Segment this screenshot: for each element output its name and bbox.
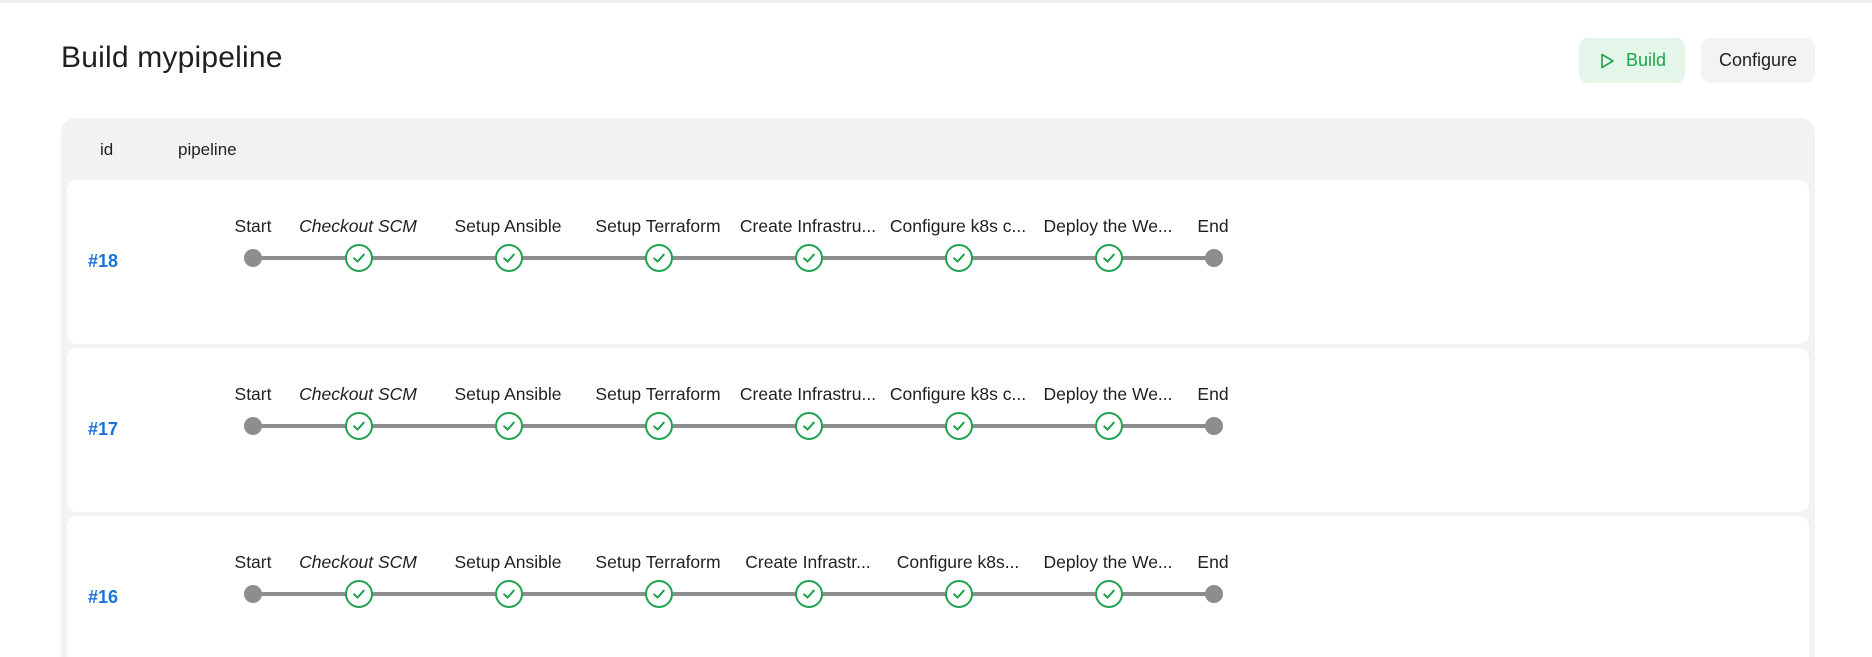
check-circle-icon[interactable] xyxy=(795,580,823,608)
stage-label: Deploy the We... xyxy=(1043,552,1173,572)
build-row: #16 xyxy=(67,516,1809,657)
stage-label: Configure k8s c... xyxy=(889,216,1027,236)
stage-label: End xyxy=(1197,552,1229,572)
start-node xyxy=(244,417,262,435)
stage-label: Start xyxy=(234,216,272,236)
build-id-link[interactable]: #16 xyxy=(88,587,118,608)
start-node xyxy=(244,249,262,267)
column-header-id: id xyxy=(100,140,114,159)
stage-label: Deploy the We... xyxy=(1043,384,1173,404)
check-circle-icon[interactable] xyxy=(645,412,673,440)
check-circle-icon[interactable] xyxy=(1095,580,1123,608)
check-circle-icon[interactable] xyxy=(645,580,673,608)
build-row: #17 xyxy=(67,348,1809,512)
stage-label: Create Infrastr... xyxy=(745,552,871,572)
end-node xyxy=(1205,417,1223,435)
stage-label: Checkout SCM xyxy=(299,216,417,236)
play-icon xyxy=(1601,53,1614,68)
build-id-link[interactable]: #17 xyxy=(88,419,118,440)
check-circle-icon[interactable] xyxy=(1095,412,1123,440)
check-circle-icon[interactable] xyxy=(345,580,373,608)
check-circle-icon[interactable] xyxy=(345,412,373,440)
configure-button[interactable]: Configure xyxy=(1701,38,1815,83)
stage-label: Checkout SCM xyxy=(299,384,417,404)
check-circle-icon[interactable] xyxy=(945,412,973,440)
build-button[interactable]: Build xyxy=(1579,38,1685,83)
stage-label: Checkout SCM xyxy=(299,552,417,572)
pipeline-track xyxy=(253,592,1214,596)
stage-label: Setup Ansible xyxy=(454,216,562,236)
start-node xyxy=(244,585,262,603)
check-circle-icon[interactable] xyxy=(945,244,973,272)
pipeline-track xyxy=(253,256,1214,260)
stage-label: Setup Terraform xyxy=(595,384,721,404)
check-circle-icon[interactable] xyxy=(495,244,523,272)
stage-label: Configure k8s c... xyxy=(889,384,1027,404)
stage-label: Setup Terraform xyxy=(595,552,721,572)
stage-label: Create Infrastru... xyxy=(739,384,877,404)
stage-label: End xyxy=(1197,216,1229,236)
top-border xyxy=(0,0,1872,3)
build-button-label: Build xyxy=(1625,50,1667,70)
stage-label: Deploy the We... xyxy=(1043,216,1173,236)
check-circle-icon[interactable] xyxy=(795,244,823,272)
stage-label: Setup Ansible xyxy=(454,384,562,404)
configure-button-label: Configure xyxy=(1718,50,1798,70)
stage-label: Start xyxy=(234,384,272,404)
stage-label: Create Infrastru... xyxy=(739,216,877,236)
page-title: Build mypipeline xyxy=(61,41,283,74)
stage-label: End xyxy=(1197,384,1229,404)
check-circle-icon[interactable] xyxy=(1095,244,1123,272)
check-circle-icon[interactable] xyxy=(495,412,523,440)
check-circle-icon[interactable] xyxy=(795,412,823,440)
pipeline-track xyxy=(253,424,1214,428)
build-id-link[interactable]: #18 xyxy=(88,251,118,272)
column-header-pipeline: pipeline xyxy=(178,140,237,159)
stage-label: Start xyxy=(234,552,272,572)
build-row: #18 xyxy=(67,180,1809,344)
check-circle-icon[interactable] xyxy=(945,580,973,608)
end-node xyxy=(1205,249,1223,267)
stage-label: Setup Ansible xyxy=(454,552,562,572)
check-circle-icon[interactable] xyxy=(345,244,373,272)
end-node xyxy=(1205,585,1223,603)
check-circle-icon[interactable] xyxy=(645,244,673,272)
check-circle-icon[interactable] xyxy=(495,580,523,608)
stage-label: Configure k8s... xyxy=(896,552,1020,572)
stage-label: Setup Terraform xyxy=(595,216,721,236)
